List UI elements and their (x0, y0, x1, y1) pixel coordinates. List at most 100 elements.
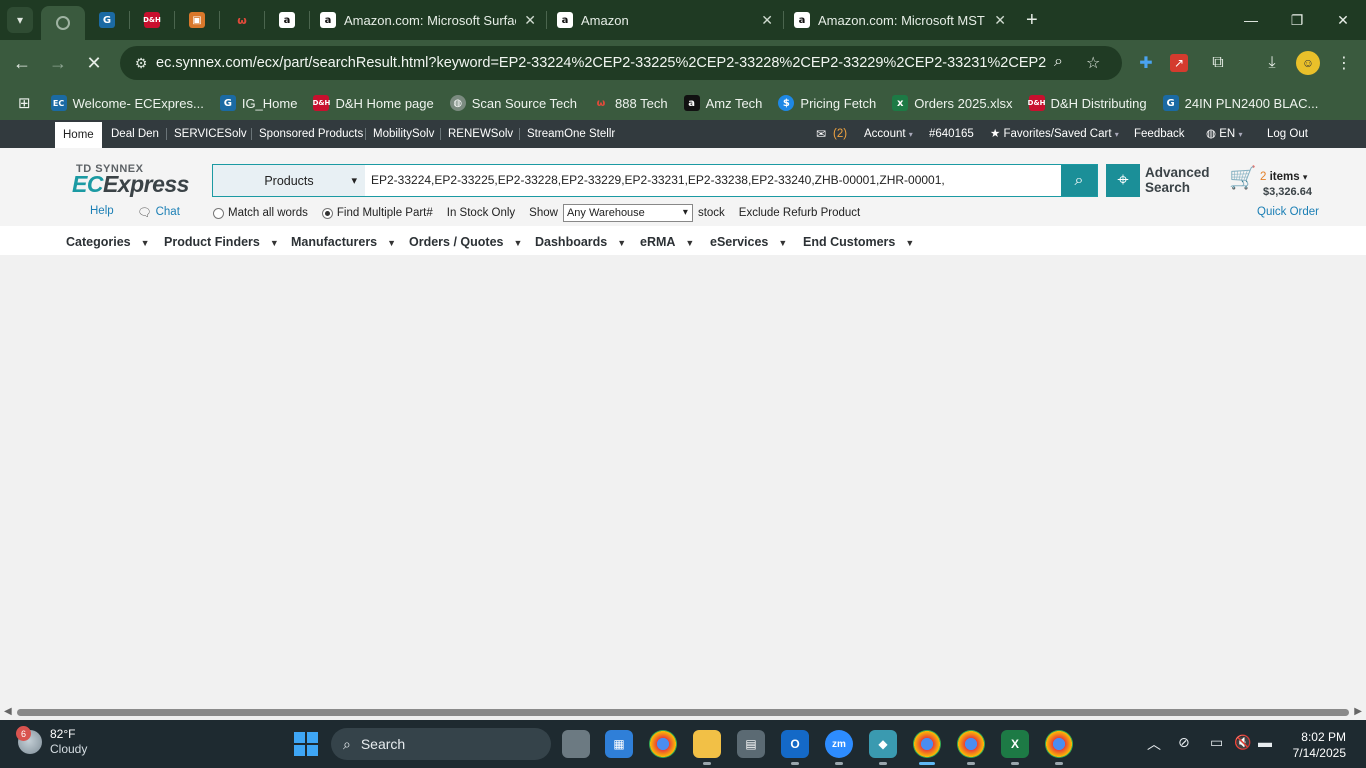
close-icon[interactable]: ✕ (524, 12, 536, 29)
pinned-tab-active[interactable] (41, 6, 85, 40)
bookmark-item[interactable]: G IG_Home (219, 95, 297, 111)
battery-icon[interactable]: ▬ (1258, 734, 1272, 750)
tab-amazon[interactable]: a Amazon ✕ (547, 4, 783, 36)
menu-kebab-icon[interactable]: ⋮ (1332, 51, 1356, 75)
bookmark-item[interactable]: G 24IN PLN2400 BLAC... (1162, 95, 1318, 111)
display-icon[interactable]: ▭ (1210, 734, 1223, 751)
language-menu[interactable]: ◍ EN ▾ (1206, 120, 1242, 148)
keyword-search-input[interactable]: EP2-33224,EP2-33225,EP2-33228,EP2-33229,… (365, 165, 1061, 196)
nav-deal-den[interactable]: Deal Den (111, 120, 159, 148)
advanced-search-link[interactable]: Advanced Search (1145, 165, 1210, 195)
help-link[interactable]: Help (90, 205, 114, 217)
url-text[interactable]: ec.synnex.com/ecx/part/searchResult.html… (156, 55, 1046, 71)
close-window-icon[interactable]: ✕ (1320, 0, 1366, 40)
match-all-radio[interactable] (213, 207, 224, 219)
nav-servicesolv[interactable]: SERVICESolv (174, 120, 247, 148)
restore-icon[interactable]: ❐ (1274, 0, 1320, 40)
product-category-select[interactable]: Products ▾ (213, 165, 365, 196)
tab-amazon-mst[interactable]: a Amazon.com: Microsoft MST Su ✕ (784, 4, 1016, 36)
nav-renewsolv[interactable]: RENEWSolv (448, 120, 513, 148)
diamond-app-icon[interactable]: ◆ (869, 730, 897, 765)
pinned-tab-ig[interactable]: G (85, 4, 129, 36)
messages-envelope-icon[interactable]: ✉ (816, 120, 826, 148)
chat-link[interactable]: 🗨 Chat (137, 205, 180, 219)
nav-streamone-stellr[interactable]: StreamOne Stellr (527, 120, 615, 148)
bookmark-item[interactable]: x Orders 2025.xlsx (892, 95, 1013, 111)
exclude-refurb-option[interactable]: Exclude Refurb Product (739, 207, 860, 219)
taskbar-search[interactable]: ⌕ Search (331, 728, 551, 760)
nav-mobilitysolv[interactable]: MobilitySolv (373, 120, 434, 148)
profile-avatar-icon[interactable]: ☺ (1296, 51, 1320, 75)
chrome-profile-3-icon[interactable] (1045, 730, 1073, 765)
zoom-magnifier-icon[interactable]: ⌕ (1054, 53, 1063, 71)
download-icon[interactable]: ⤓ (1260, 51, 1284, 75)
address-bar[interactable]: ⚙ ec.synnex.com/ecx/part/searchResult.ht… (120, 46, 1122, 80)
bookmark-item[interactable]: D&H D&H Home page (313, 95, 434, 111)
menu-eservices[interactable]: eServices ▼ (710, 226, 787, 255)
chrome-profile-2-icon[interactable] (957, 730, 985, 765)
volume-muted-icon[interactable]: 🔇 (1234, 734, 1251, 751)
bookmark-item[interactable]: a Amz Tech (683, 95, 762, 111)
site-settings-icon[interactable]: ⚙ (126, 55, 156, 72)
menu-product-finders[interactable]: Product Finders ▼ (164, 226, 279, 255)
messages-count[interactable]: (2) (833, 120, 847, 148)
file-explorer-icon[interactable] (693, 730, 721, 765)
quick-order-link[interactable]: Quick Order (1257, 206, 1319, 218)
apps-grid-icon[interactable]: ⊞ (18, 94, 31, 112)
pinned-tab-888[interactable]: ω (220, 4, 264, 36)
logout-link[interactable]: Log Out (1267, 120, 1308, 148)
stop-loading-icon[interactable]: ✕ (76, 45, 112, 81)
pinned-tab-amazon[interactable]: a (265, 4, 309, 36)
account-menu[interactable]: Account ▾ (864, 120, 913, 148)
bookmark-item[interactable]: EC Welcome- ECExpres... (50, 95, 204, 111)
microsoft-store-icon[interactable]: ▦ (605, 730, 633, 758)
bookmark-item[interactable]: $ Pricing Fetch (778, 95, 876, 111)
outlook-icon[interactable]: O (781, 730, 809, 765)
menu-manufacturers[interactable]: Manufacturers ▼ (291, 226, 396, 255)
tab-amazon-surface[interactable]: a Amazon.com: Microsoft Surface ✕ (310, 4, 546, 36)
nav-home[interactable]: Home (55, 122, 102, 148)
favorites-menu[interactable]: ★ Favorites/Saved Cart ▾ (990, 120, 1119, 148)
new-tab-plus-icon[interactable]: + (1026, 9, 1038, 32)
horizontal-scrollbar[interactable]: ◀ ▶ (0, 705, 1366, 720)
bookmark-item[interactable]: D&H D&H Distributing (1028, 95, 1147, 111)
close-icon[interactable]: ✕ (761, 12, 773, 29)
minimize-icon[interactable]: — (1228, 0, 1274, 40)
menu-orders-quotes[interactable]: Orders / Quotes ▼ (409, 226, 522, 255)
pinned-tab-dh[interactable]: D&H (130, 4, 174, 36)
excel-icon[interactable]: X (1001, 730, 1029, 765)
back-arrow-icon[interactable]: ← (4, 45, 40, 81)
menu-erma[interactable]: eRMA ▼ (640, 226, 694, 255)
task-view-icon[interactable] (562, 730, 590, 758)
bookmark-item[interactable]: ω 888 Tech (593, 95, 668, 111)
extension-red-arrow-icon[interactable]: ↗ (1170, 54, 1188, 72)
bookmark-star-icon[interactable]: ☆ (1086, 53, 1100, 73)
calculator-icon[interactable]: ▤ (737, 730, 765, 758)
advanced-search-crosshair-icon[interactable]: ⌖ (1106, 164, 1140, 197)
extensions-puzzle-icon[interactable]: ⧉ (1206, 51, 1230, 75)
bookmark-item[interactable]: ◍ Scan Source Tech (449, 95, 577, 111)
zoom-icon[interactable]: zm (825, 730, 853, 765)
scroll-left-icon[interactable]: ◀ (4, 706, 12, 717)
shopping-cart-icon[interactable]: 🛒 (1229, 165, 1256, 191)
menu-dashboards[interactable]: Dashboards ▼ (535, 226, 626, 255)
in-stock-only-option[interactable]: In Stock Only (447, 207, 515, 219)
forward-arrow-icon[interactable]: → (40, 45, 76, 81)
system-clock[interactable]: 8:02 PM 7/14/2025 (1293, 729, 1346, 761)
extension-blue-icon[interactable]: ✚ (1134, 51, 1158, 75)
weather-widget[interactable]: 6 82°F Cloudy (16, 726, 87, 757)
chrome-profile-1-icon[interactable] (913, 730, 941, 765)
close-icon[interactable]: ✕ (994, 12, 1006, 29)
feedback-link[interactable]: Feedback (1134, 120, 1185, 148)
windows-start-icon[interactable] (294, 732, 318, 756)
scroll-right-icon[interactable]: ▶ (1354, 706, 1362, 717)
nav-sponsored-products[interactable]: Sponsored Products (259, 120, 363, 148)
scrollbar-thumb[interactable] (17, 709, 1349, 716)
chrome-icon[interactable] (649, 730, 677, 758)
tray-chevron-up-icon[interactable]: ︿ (1147, 734, 1161, 754)
logo-ecexpress[interactable]: ECExpress (72, 171, 189, 198)
search-button[interactable]: ⌕ (1061, 165, 1097, 196)
cart-items[interactable]: 2 items ▾ (1260, 171, 1307, 183)
warehouse-select[interactable]: Any Warehouse ▾ (562, 204, 693, 222)
tab-search-chevron-icon[interactable]: ▾ (7, 7, 33, 33)
